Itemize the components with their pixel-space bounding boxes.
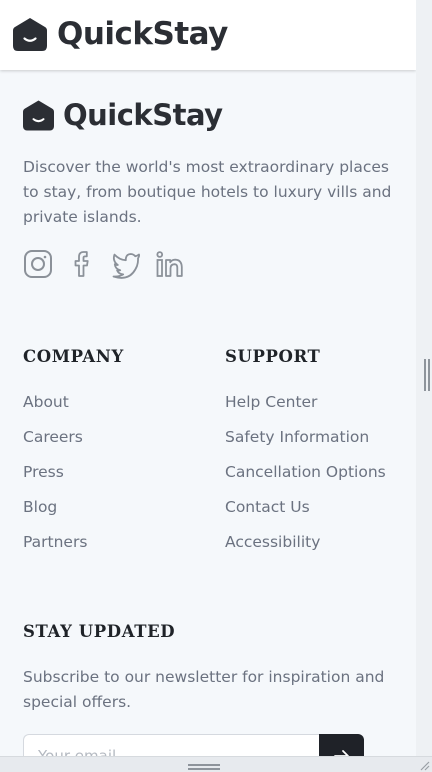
company-column: COMPANY About Careers Press Blog Partner… <box>23 345 124 566</box>
footer-link-careers[interactable]: Careers <box>23 426 124 461</box>
bottom-resize-bar[interactable] <box>0 756 432 772</box>
footer-link-blog[interactable]: Blog <box>23 496 124 531</box>
footer-link-help-center[interactable]: Help Center <box>225 391 386 426</box>
newsletter-heading: STAY UPDATED <box>23 622 176 641</box>
footer-link-about[interactable]: About <box>23 391 124 426</box>
page: QuickStay QuickStay Discover the world's… <box>0 0 416 772</box>
footer-link-accessibility[interactable]: Accessibility <box>225 531 386 566</box>
footer-link-safety-information[interactable]: Safety Information <box>225 426 386 461</box>
support-column: SUPPORT Help Center Safety Information C… <box>225 345 386 566</box>
facebook-icon[interactable] <box>67 249 97 279</box>
scrollbar-handle[interactable] <box>424 359 430 391</box>
support-heading: SUPPORT <box>225 347 321 366</box>
twitter-icon[interactable] <box>111 249 141 279</box>
footer-description: Discover the world's most extraordinary … <box>23 158 392 226</box>
resize-grip-icon <box>188 764 220 770</box>
header-logo-link[interactable]: QuickStay <box>13 16 228 52</box>
company-heading: COMPANY <box>23 347 124 366</box>
social-links <box>23 249 185 279</box>
site-header: QuickStay <box>0 0 416 70</box>
quickstay-logo-icon <box>13 17 47 51</box>
footer-link-cancellation-options[interactable]: Cancellation Options <box>225 461 386 496</box>
header-brand-name: QuickStay <box>57 16 228 52</box>
newsletter-description: Subscribe to our newsletter for inspirat… <box>23 668 385 711</box>
footer-link-press[interactable]: Press <box>23 461 124 496</box>
footer-link-partners[interactable]: Partners <box>23 531 124 566</box>
quickstay-logo-icon <box>23 99 54 131</box>
resize-corner-icon[interactable] <box>418 759 430 771</box>
support-links: Help Center Safety Information Cancellat… <box>225 391 386 566</box>
footer-logo-link[interactable]: QuickStay <box>23 98 223 132</box>
instagram-icon[interactable] <box>23 249 53 279</box>
company-links: About Careers Press Blog Partners <box>23 391 124 566</box>
footer-brand-name: QuickStay <box>63 98 223 132</box>
linkedin-icon[interactable] <box>155 249 185 279</box>
footer-link-contact-us[interactable]: Contact Us <box>225 496 386 531</box>
